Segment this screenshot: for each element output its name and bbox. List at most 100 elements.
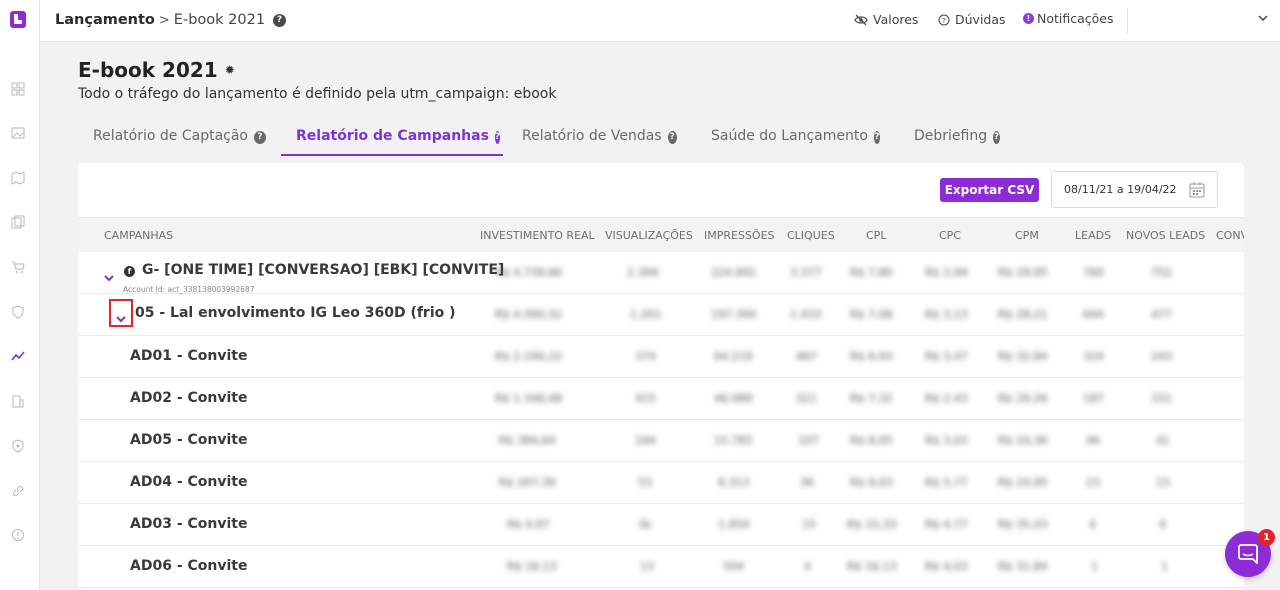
ad-row[interactable]: AD04 - Convite R$ 207,39 53 8.313 36 R$ … xyxy=(78,462,1244,504)
cell-cpm: R$ 29,26 xyxy=(998,392,1048,405)
tab-label: Relatório de Vendas xyxy=(522,128,662,144)
notification-icon: ! xyxy=(1023,13,1034,24)
cell-novos-leads: 41 xyxy=(1156,434,1170,447)
cell-impressoes: 46.089 xyxy=(714,392,753,405)
shield-icon[interactable] xyxy=(11,304,25,319)
eye-off-icon xyxy=(854,14,868,25)
cell-cpm: R$ 31,84 xyxy=(998,560,1048,573)
cell-investimento: R$ 1.348,48 xyxy=(495,392,563,405)
help-icon[interactable]: ? xyxy=(873,131,880,144)
column-header[interactable]: Impressões xyxy=(704,229,775,242)
export-csv-button[interactable]: Exportar CSV xyxy=(940,178,1039,202)
duvidas-label: Dúvidas xyxy=(955,12,1006,27)
adset-row[interactable]: 05 - Lal envolvimento IG Leo 360D (frio … xyxy=(78,294,1244,336)
cell-leads: 324 xyxy=(1083,350,1104,363)
column-header[interactable]: CPC xyxy=(939,229,961,242)
cell-cpm: R$ 32,84 xyxy=(998,350,1048,363)
copy-icon[interactable] xyxy=(11,214,25,229)
security-icon[interactable] xyxy=(11,438,25,453)
tab-vendas[interactable]: Relatório de Vendas ? xyxy=(503,118,692,156)
ad-row[interactable]: AD03 - Convite R$ 4,97 3k 1.854 15 R$ 15… xyxy=(78,504,1244,546)
trend-icon[interactable] xyxy=(11,348,25,362)
cell-visualizacoes: 164 xyxy=(635,434,656,447)
cell-leads: 4 xyxy=(1089,518,1096,531)
help-icon[interactable]: ? xyxy=(494,131,501,144)
cell-cliques: 467 xyxy=(796,350,817,363)
column-header[interactable]: Cliques xyxy=(787,229,835,242)
map-icon[interactable] xyxy=(11,170,25,185)
notificacoes-link[interactable]: ! Notificações xyxy=(1023,11,1114,26)
image-icon[interactable] xyxy=(11,125,25,139)
valores-link[interactable]: Valores xyxy=(854,12,918,27)
cell-novos-leads: 15 xyxy=(1156,476,1170,489)
tab-saude[interactable]: Saúde do Lançamento ? xyxy=(692,118,895,156)
breadcrumb-current: E-book 2021 xyxy=(173,12,266,28)
cell-investimento: R$ 2.194,22 xyxy=(495,350,563,363)
cell-visualizacoes: 1.201 xyxy=(630,308,662,321)
gear-icon[interactable]: ✹ xyxy=(225,63,235,77)
help-icon[interactable]: ? xyxy=(273,13,287,27)
ad-row[interactable]: AD05 - Convite R$ 384,64 164 15.783 107 … xyxy=(78,420,1244,462)
cell-leads: 760 xyxy=(1083,266,1104,279)
column-header[interactable]: CPL xyxy=(866,229,886,242)
cell-cpc: R$ 5,77 xyxy=(925,476,968,489)
dashboard-icon[interactable] xyxy=(11,81,25,96)
campaign-name: G- [ONE TIME] [CONVERSAO] [EBK] [CONVITE… xyxy=(142,262,505,278)
cell-investimento: R$ 4,97 xyxy=(507,518,550,531)
top-bar: Lançamento > E-book 2021 ? Valores ? Dúv… xyxy=(40,0,1280,42)
cell-novos-leads: 1 xyxy=(1161,560,1168,573)
ad-row[interactable]: AD02 - Convite R$ 1.348,48 415 46.089 32… xyxy=(78,378,1244,420)
ad-name: AD06 - Convite xyxy=(130,558,248,574)
page-title: E-book 2021 ✹ xyxy=(78,58,235,82)
duvidas-link[interactable]: ? Dúvidas xyxy=(938,12,1006,27)
chevron-down-icon[interactable] xyxy=(104,268,114,282)
building-icon[interactable] xyxy=(11,393,25,408)
help-icon[interactable]: ? xyxy=(993,131,1000,144)
cell-visualizacoes: 374 xyxy=(635,350,656,363)
cell-cliques: 36 xyxy=(800,476,814,489)
tab-campanhas[interactable]: Relatório de Campanhas ? xyxy=(281,118,503,156)
column-header[interactable]: Campanhas xyxy=(104,229,173,242)
cell-novos-leads: 243 xyxy=(1151,350,1172,363)
help-icon[interactable]: ? xyxy=(254,131,266,144)
column-header[interactable]: Leads xyxy=(1075,229,1111,242)
tab-captacao[interactable]: Relatório de Captação ? xyxy=(78,118,281,156)
link-icon[interactable] xyxy=(11,483,25,497)
top-divider xyxy=(1127,8,1128,34)
column-header[interactable]: CPM xyxy=(1015,229,1039,242)
cell-cpc: R$ 3,47 xyxy=(925,350,968,363)
cell-investimento: R$ 207,39 xyxy=(499,476,556,489)
cart-icon[interactable] xyxy=(11,259,25,273)
tab-label: Debriefing xyxy=(914,128,988,144)
info-icon[interactable] xyxy=(11,527,25,541)
ad-row[interactable]: AD01 - Convite R$ 2.194,22 374 64.219 46… xyxy=(78,336,1244,378)
cell-cliques: 321 xyxy=(796,392,817,405)
tab-label: Relatório de Captação xyxy=(93,128,248,144)
user-menu-chevron-icon[interactable] xyxy=(1258,13,1268,24)
cell-novos-leads: 151 xyxy=(1151,392,1172,405)
cell-visualizacoes: 415 xyxy=(635,392,656,405)
column-header[interactable]: Investimento Real xyxy=(480,229,595,242)
cell-cpl: R$ 16,13 xyxy=(847,560,897,573)
column-header[interactable]: Visualizações xyxy=(605,229,693,242)
cell-visualizacoes: 13 xyxy=(640,560,654,573)
cell-investimento: R$ 16,13 xyxy=(507,560,557,573)
date-range-picker[interactable]: 08/11/21 a 19/04/22 xyxy=(1051,171,1218,208)
column-header[interactable]: Novos Leads xyxy=(1126,229,1205,242)
page-title-text: E-book 2021 xyxy=(78,58,218,82)
column-header[interactable]: Conv xyxy=(1216,229,1244,242)
ad-name: AD05 - Convite xyxy=(130,432,248,448)
help-icon[interactable]: ? xyxy=(667,131,677,144)
breadcrumb-root[interactable]: Lançamento xyxy=(55,12,155,28)
chevron-down-icon[interactable] xyxy=(116,309,126,323)
cell-novos-leads: 4 xyxy=(1159,518,1166,531)
cell-cpm: R$ 28,21 xyxy=(998,308,1048,321)
cell-cpm: R$ 35,43 xyxy=(998,518,1048,531)
tab-debriefing[interactable]: Debriefing ? xyxy=(895,118,1015,156)
ad-row[interactable]: AD06 - Convite R$ 16,13 13 504 4 R$ 16,1… xyxy=(78,546,1244,588)
cell-investimento: R$ 384,64 xyxy=(499,434,556,447)
facebook-icon: f xyxy=(124,266,135,277)
app-logo[interactable] xyxy=(9,10,27,29)
ad-name: AD01 - Convite xyxy=(130,348,248,364)
campaign-row[interactable]: f G- [ONE TIME] [CONVERSAO] [EBK] [CONVI… xyxy=(78,252,1244,294)
